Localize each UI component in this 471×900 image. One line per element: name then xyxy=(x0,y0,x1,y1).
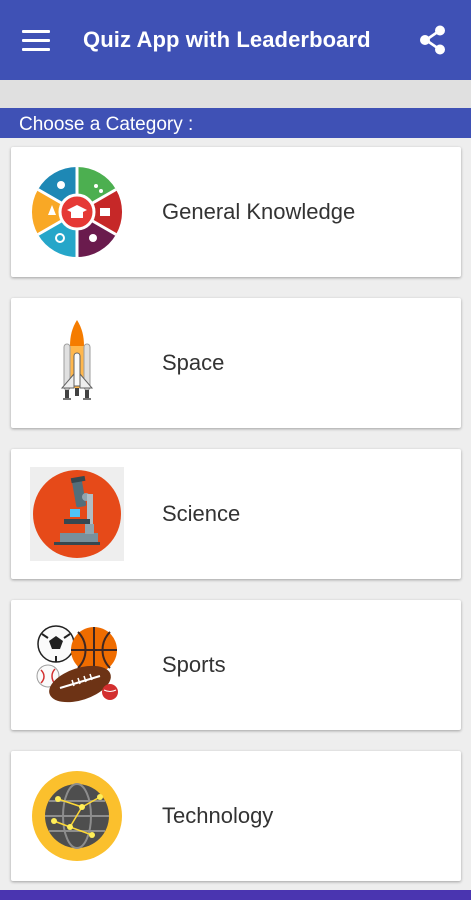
category-label: Space xyxy=(162,350,225,375)
category-label: Technology xyxy=(162,803,274,828)
category-label: General Knowledge xyxy=(162,199,356,224)
category-card-general-knowledge[interactable]: General Knowledge xyxy=(11,147,461,277)
section-header: Choose a Category : xyxy=(0,108,471,138)
hamburger-menu-icon[interactable] xyxy=(22,20,62,60)
microscope-icon xyxy=(30,467,124,561)
category-card-technology[interactable]: Technology xyxy=(11,751,461,881)
category-card-space[interactable]: Space xyxy=(11,298,461,428)
spacer-strip xyxy=(0,80,471,108)
category-list: General Knowledge Space Science Sports T… xyxy=(0,138,471,890)
globe-network-icon xyxy=(30,769,124,863)
app-bar: Quiz App with Leaderboard xyxy=(0,0,471,80)
app-title: Quiz App with Leaderboard xyxy=(83,27,371,52)
category-card-sports[interactable]: Sports xyxy=(11,600,461,730)
system-nav-bar xyxy=(0,890,471,900)
general-knowledge-icon xyxy=(30,165,124,259)
share-icon[interactable] xyxy=(417,24,449,56)
category-label: Sports xyxy=(162,652,226,677)
category-label: Science xyxy=(162,501,241,526)
category-card-science[interactable]: Science xyxy=(11,449,461,579)
sports-balls-icon xyxy=(30,618,124,712)
space-shuttle-icon xyxy=(30,316,124,410)
